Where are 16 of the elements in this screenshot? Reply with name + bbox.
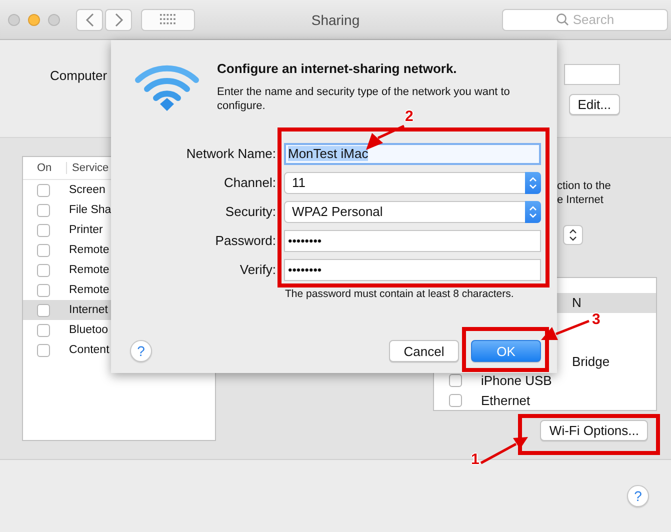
column-header: On — [23, 162, 67, 174]
hint-text: The password must contain at least 8 characters. — [285, 288, 515, 300]
dialog-title: Configure an internet-sharing network. — [217, 61, 458, 76]
window-title: Sharing — [310, 12, 361, 28]
field-label: Network Name: — [185, 146, 276, 161]
column-header: Service — [71, 162, 109, 174]
step-number: 1 — [471, 451, 480, 468]
field-label: Channel: — [222, 175, 276, 190]
computer-name-label: Computer — [50, 68, 108, 83]
description-text: e Internet — [557, 193, 604, 207]
field-label: Security: — [224, 204, 276, 219]
step-number: 3 — [592, 311, 600, 328]
placeholder-text: Search — [572, 12, 614, 27]
field-label: Password: — [214, 233, 276, 248]
description-text: ction to the — [557, 179, 612, 193]
field-label: Verify: — [238, 262, 276, 277]
